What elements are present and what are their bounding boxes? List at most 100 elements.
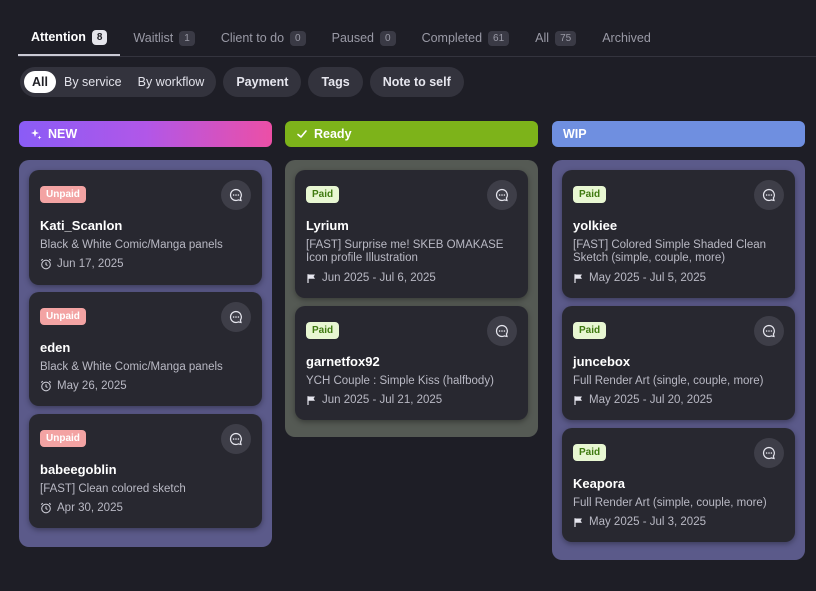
due-date: May 2025 - Jul 20, 2025: [573, 394, 712, 406]
client-name: garnetfox92: [306, 354, 380, 369]
due-date: May 2025 - Jul 3, 2025: [573, 516, 706, 528]
tab-count-badge: 1: [179, 30, 195, 46]
flag-icon: [574, 273, 582, 283]
column-wip: Paid yolkiee [FAST] Colored Simple Shade…: [552, 160, 805, 560]
column-header-wip: WIP: [552, 121, 805, 147]
payment-status-badge: Paid: [573, 186, 607, 203]
tab-attention[interactable]: Attention 8: [18, 20, 121, 56]
column-title: Ready: [314, 127, 352, 141]
tab-label: Paused: [331, 31, 375, 45]
message-button[interactable]: [487, 180, 517, 210]
due-date: Jun 2025 - Jul 21, 2025: [306, 394, 442, 406]
date-text: Jun 2025 - Jul 21, 2025: [322, 394, 443, 406]
tab-client-to-do[interactable]: Client to do 0: [208, 20, 319, 56]
message-button[interactable]: [754, 438, 784, 468]
commission-card[interactable]: Paid Lyrium [FAST] Surprise me! SKEB OMA…: [295, 170, 528, 298]
due-date: May 2025 - Jul 5, 2025: [573, 272, 706, 284]
flag-icon: [574, 395, 582, 405]
tab-count-badge: 0: [380, 30, 396, 46]
service-name: Full Render Art (single, couple, more): [573, 375, 764, 387]
commission-card[interactable]: Paid garnetfox92 YCH Couple : Simple Kis…: [295, 306, 528, 420]
payment-status-badge: Unpaid: [40, 308, 86, 325]
tab-label: Attention: [31, 30, 86, 44]
tab-count-badge: 8: [91, 29, 108, 45]
filter-bar: All By service By workflow Payment Tags …: [20, 67, 464, 97]
filter-by-workflow-button[interactable]: By workflow: [130, 71, 213, 93]
date-text: Jun 17, 2025: [57, 258, 124, 270]
tab-count-badge: 75: [555, 30, 577, 46]
flag-icon: [307, 273, 315, 283]
chat-bubble-icon: [495, 188, 508, 202]
service-name: [FAST] Clean colored sketch: [40, 483, 186, 495]
payment-status-badge: Unpaid: [40, 430, 86, 447]
message-button[interactable]: [754, 180, 784, 210]
filter-by-service-button[interactable]: By service: [56, 71, 130, 93]
message-button[interactable]: [754, 316, 784, 346]
client-name: Kati_Scanlon: [40, 218, 123, 233]
tags-filter-button[interactable]: Tags: [308, 67, 363, 97]
service-name: Black & White Comic/Manga panels: [40, 361, 223, 373]
chat-bubble-icon: [762, 446, 775, 460]
tab-all[interactable]: All 75: [522, 20, 589, 56]
tab-completed[interactable]: Completed 61: [409, 20, 523, 56]
tab-label: Completed: [421, 31, 483, 45]
commission-card[interactable]: Paid yolkiee [FAST] Colored Simple Shade…: [562, 170, 795, 298]
client-name: yolkiee: [573, 218, 618, 233]
filter-all-button[interactable]: All: [24, 71, 56, 93]
payment-status-badge: Paid: [573, 322, 607, 339]
chat-bubble-icon: [762, 188, 775, 202]
payment-status-badge: Paid: [306, 186, 340, 203]
date-text: Jun 2025 - Jul 6, 2025: [322, 272, 436, 284]
column-new: Unpaid Kati_Scanlon Black & White Comic/…: [19, 160, 272, 547]
check-icon: [297, 130, 307, 138]
payment-status-badge: Unpaid: [40, 186, 86, 203]
commission-card[interactable]: Paid Keapora Full Render Art (simple, co…: [562, 428, 795, 542]
due-date: Jun 17, 2025: [40, 258, 124, 270]
alarm-clock-icon: [40, 258, 52, 270]
commission-card[interactable]: Unpaid babeegoblin [FAST] Clean colored …: [29, 414, 262, 528]
commission-card[interactable]: Unpaid Kati_Scanlon Black & White Comic/…: [29, 170, 262, 285]
service-name: YCH Couple : Simple Kiss (halfbody): [306, 375, 494, 387]
date-text: May 2025 - Jul 3, 2025: [589, 516, 706, 528]
service-name: Black & White Comic/Manga panels: [40, 239, 223, 251]
client-name: babeegoblin: [40, 462, 117, 477]
note-to-self-filter-button[interactable]: Note to self: [369, 67, 464, 97]
column-title: WIP: [563, 127, 587, 141]
message-button[interactable]: [221, 302, 251, 332]
due-date: May 26, 2025: [40, 380, 127, 392]
tab-count-badge: 61: [488, 30, 510, 46]
chat-bubble-icon: [229, 310, 242, 324]
tab-paused[interactable]: Paused 0: [319, 20, 409, 56]
column-header-new: NEW: [19, 121, 272, 147]
date-text: May 2025 - Jul 5, 2025: [589, 272, 706, 284]
date-text: May 26, 2025: [57, 380, 127, 392]
column-header-ready: Ready: [285, 121, 538, 147]
service-name: Full Render Art (simple, couple, more): [573, 497, 767, 509]
tab-label: Client to do: [220, 31, 285, 45]
tab-archived[interactable]: Archived: [589, 20, 664, 56]
column-ready: Paid Lyrium [FAST] Surprise me! SKEB OMA…: [285, 160, 538, 437]
due-date: Jun 2025 - Jul 6, 2025: [306, 272, 436, 284]
alarm-clock-icon: [40, 380, 52, 392]
tab-label: Archived: [602, 31, 651, 45]
message-button[interactable]: [221, 180, 251, 210]
message-button[interactable]: [487, 316, 517, 346]
payment-filter-button[interactable]: Payment: [223, 67, 302, 97]
commission-card[interactable]: Paid juncebox Full Render Art (single, c…: [562, 306, 795, 420]
flag-icon: [574, 517, 582, 527]
service-name: [FAST] Surprise me! SKEB OMAKASE Icon pr…: [306, 239, 504, 264]
chat-bubble-icon: [495, 324, 508, 338]
client-name: juncebox: [573, 354, 631, 369]
tab-waitlist[interactable]: Waitlist 1: [120, 20, 207, 56]
service-name: [FAST] Colored Simple Shaded Clean Sketc…: [573, 239, 767, 264]
date-text: Apr 30, 2025: [57, 502, 123, 514]
alarm-clock-icon: [40, 502, 52, 514]
client-name: eden: [40, 340, 71, 355]
due-date: Apr 30, 2025: [40, 502, 123, 514]
client-name: Keapora: [573, 476, 626, 491]
message-button[interactable]: [221, 424, 251, 454]
date-text: May 2025 - Jul 20, 2025: [589, 394, 713, 406]
commission-card[interactable]: Unpaid eden Black & White Comic/Manga pa…: [29, 292, 262, 406]
status-tabs: Attention 8 Waitlist 1 Client to do 0 Pa…: [18, 20, 816, 57]
client-name: Lyrium: [306, 218, 349, 233]
